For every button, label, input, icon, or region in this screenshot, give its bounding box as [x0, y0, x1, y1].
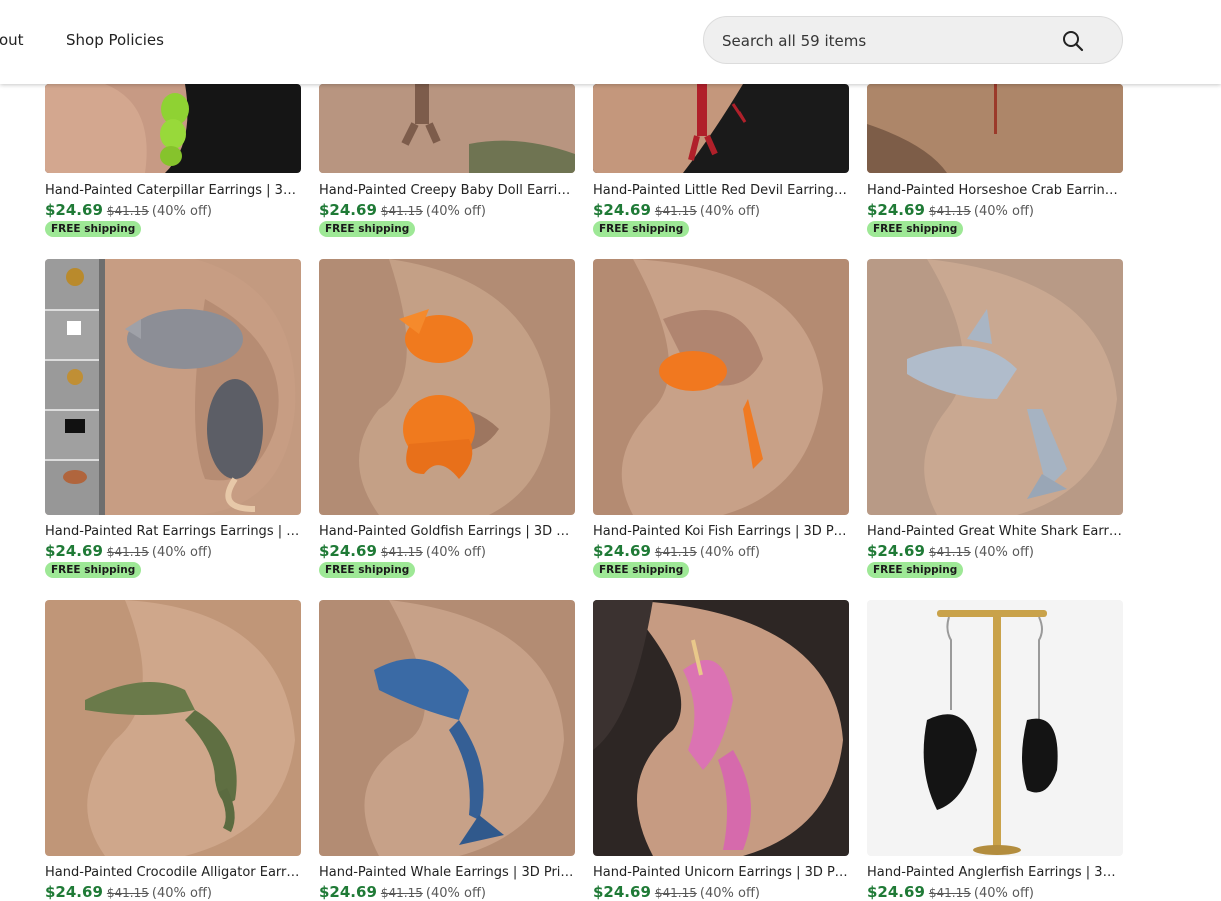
product-image[interactable]: [593, 259, 849, 515]
search-input[interactable]: [720, 29, 1054, 53]
sale-price: $24.69: [45, 542, 103, 560]
original-price: $41.15: [380, 886, 423, 900]
price-row: $24.69 $41.15 (40% off): [319, 542, 486, 560]
free-shipping-badge: FREE shipping: [45, 221, 142, 237]
original-price: $41.15: [654, 545, 697, 559]
product-title[interactable]: Hand-Painted Crocodile Alligator Earri..…: [45, 865, 301, 880]
discount: (40% off): [425, 545, 486, 560]
nav-about-link[interactable]: out: [0, 31, 24, 49]
original-price: $41.15: [654, 204, 697, 218]
product-image[interactable]: [45, 600, 301, 856]
price-row: $24.69 $41.15 (40% off): [319, 201, 486, 219]
discount: (40% off): [151, 545, 212, 560]
product-title[interactable]: Hand-Painted Unicorn Earrings | 3D Pri..…: [593, 865, 849, 880]
discount: (40% off): [973, 545, 1034, 560]
price-row: $24.69 $41.15 (40% off): [867, 201, 1034, 219]
sale-price: $24.69: [45, 201, 103, 219]
discount: (40% off): [151, 204, 212, 219]
sale-price: $24.69: [867, 201, 925, 219]
price-row: $24.69 $41.15 (40% off): [867, 883, 1034, 901]
product-title[interactable]: Hand-Painted Goldfish Earrings | 3D Pr..…: [319, 524, 575, 539]
price-row: $24.69 $41.15 (40% off): [45, 201, 212, 219]
sale-price: $24.69: [867, 542, 925, 560]
search-button[interactable]: [1056, 24, 1090, 58]
price-row: $24.69 $41.15 (40% off): [593, 201, 760, 219]
free-shipping-badge: FREE shipping: [593, 562, 690, 578]
discount: (40% off): [425, 204, 486, 219]
discount: (40% off): [973, 204, 1034, 219]
discount: (40% off): [699, 204, 760, 219]
price-row: $24.69 $41.15 (40% off): [593, 883, 760, 901]
original-price: $41.15: [928, 886, 971, 900]
original-price: $41.15: [380, 545, 423, 559]
product-image[interactable]: [45, 84, 301, 173]
product-title[interactable]: Hand-Painted Creepy Baby Doll Earrin...: [319, 183, 575, 198]
sale-price: $24.69: [45, 883, 103, 901]
price-row: $24.69 $41.15 (40% off): [45, 542, 212, 560]
search-icon: [1063, 31, 1084, 52]
sale-price: $24.69: [319, 883, 377, 901]
search-bar: [703, 16, 1123, 64]
product-title[interactable]: Hand-Painted Whale Earrings | 3D Print..…: [319, 865, 575, 880]
free-shipping-badge: FREE shipping: [593, 221, 690, 237]
free-shipping-badge: FREE shipping: [319, 562, 416, 578]
product-title[interactable]: Hand-Painted Caterpillar Earrings | 3D .…: [45, 183, 301, 198]
product-image[interactable]: [867, 600, 1123, 856]
product-image[interactable]: [867, 84, 1123, 173]
nav-shop-policies-link[interactable]: Shop Policies: [66, 31, 164, 49]
sale-price: $24.69: [593, 201, 651, 219]
product-title[interactable]: Hand-Painted Little Red Devil Earrings .…: [593, 183, 849, 198]
shop-header: out Shop Policies: [0, 0, 1221, 84]
product-title[interactable]: Hand-Painted Horseshoe Crab Earring...: [867, 183, 1123, 198]
price-row: $24.69 $41.15 (40% off): [593, 542, 760, 560]
product-image[interactable]: [319, 259, 575, 515]
sale-price: $24.69: [319, 201, 377, 219]
original-price: $41.15: [106, 886, 149, 900]
sale-price: $24.69: [319, 542, 377, 560]
product-image[interactable]: [319, 84, 575, 173]
original-price: $41.15: [106, 204, 149, 218]
discount: (40% off): [699, 545, 760, 560]
original-price: $41.15: [106, 545, 149, 559]
product-image[interactable]: [867, 259, 1123, 515]
price-row: $24.69 $41.15 (40% off): [45, 883, 212, 901]
product-image[interactable]: [45, 259, 301, 515]
product-image[interactable]: [593, 84, 849, 173]
price-row: $24.69 $41.15 (40% off): [867, 542, 1034, 560]
free-shipping-badge: FREE shipping: [867, 562, 964, 578]
product-title[interactable]: Hand-Painted Rat Earrings Earrings | 3..…: [45, 524, 301, 539]
product-image[interactable]: [319, 600, 575, 856]
free-shipping-badge: FREE shipping: [319, 221, 416, 237]
free-shipping-badge: FREE shipping: [867, 221, 964, 237]
original-price: $41.15: [380, 204, 423, 218]
original-price: $41.15: [928, 545, 971, 559]
product-title[interactable]: Hand-Painted Anglerfish Earrings | 3D ..…: [867, 865, 1123, 880]
product-image[interactable]: [593, 600, 849, 856]
free-shipping-badge: FREE shipping: [45, 562, 142, 578]
product-title[interactable]: Hand-Painted Koi Fish Earrings | 3D Pri.…: [593, 524, 849, 539]
product-title[interactable]: Hand-Painted Great White Shark Earrin...: [867, 524, 1123, 539]
sale-price: $24.69: [593, 542, 651, 560]
price-row: $24.69 $41.15 (40% off): [319, 883, 486, 901]
sale-price: $24.69: [867, 883, 925, 901]
sale-price: $24.69: [593, 883, 651, 901]
original-price: $41.15: [928, 204, 971, 218]
original-price: $41.15: [654, 886, 697, 900]
